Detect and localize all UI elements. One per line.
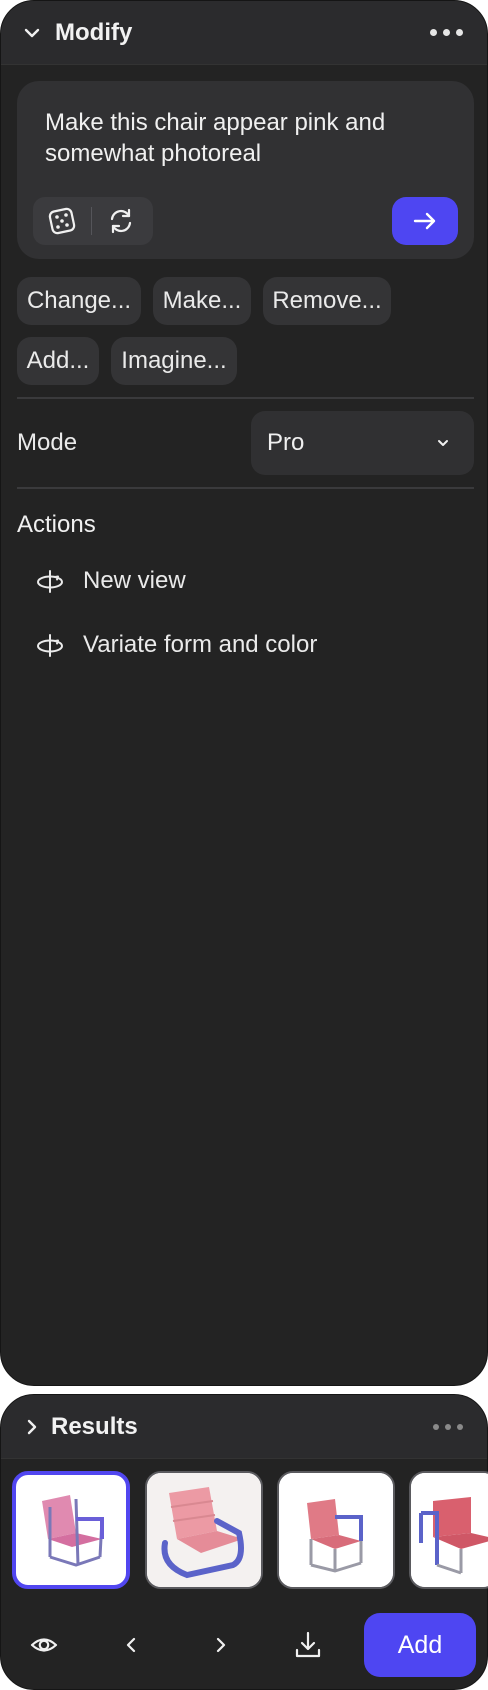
rotate-view-icon <box>33 564 67 598</box>
eye-icon[interactable] <box>22 1623 66 1667</box>
prompt-box[interactable]: Make this chair appear pink and somewhat… <box>17 81 474 259</box>
suggestion-imagine-chip[interactable]: Imagine... <box>111 337 237 385</box>
divider <box>17 397 474 399</box>
suggestion-add-chip[interactable]: Add... <box>17 337 99 385</box>
action-new-view[interactable]: New view <box>33 559 186 603</box>
dice-icon[interactable] <box>33 197 91 245</box>
action-label: New view <box>83 567 186 594</box>
chair-image <box>20 1479 122 1581</box>
rotate-view-icon <box>33 628 67 662</box>
chair-image <box>279 1473 393 1587</box>
chevron-right-icon[interactable] <box>23 1418 41 1436</box>
modify-header[interactable]: Modify <box>1 1 487 65</box>
prompt-input[interactable]: Make this chair appear pink and somewhat… <box>45 107 445 169</box>
add-button[interactable]: Add <box>364 1613 476 1677</box>
modify-title: Modify <box>55 18 133 46</box>
chevron-left-icon[interactable] <box>110 1623 154 1667</box>
results-header[interactable]: Results <box>1 1395 487 1459</box>
mode-select[interactable]: Pro <box>251 411 474 475</box>
action-variate-form-color[interactable]: Variate form and color <box>33 623 317 667</box>
result-thumbnail[interactable] <box>277 1471 395 1589</box>
result-thumbnail[interactable] <box>12 1471 130 1589</box>
actions-heading: Actions <box>17 511 96 538</box>
divider <box>17 487 474 489</box>
send-button[interactable] <box>392 197 458 245</box>
chair-image <box>147 1473 261 1587</box>
chevron-right-icon[interactable] <box>198 1623 242 1667</box>
result-thumbnail[interactable] <box>145 1471 263 1589</box>
prompt-tools <box>33 197 153 245</box>
suggestion-remove-chip[interactable]: Remove... <box>263 277 391 325</box>
arrow-right-icon <box>413 212 436 230</box>
mode-value: Pro <box>267 429 305 456</box>
chair-image <box>411 1473 488 1587</box>
refresh-icon[interactable] <box>92 197 150 245</box>
chevron-down-icon <box>438 440 448 446</box>
more-options-icon[interactable] <box>433 1423 463 1430</box>
action-label: Variate form and color <box>83 631 318 658</box>
results-title: Results <box>51 1412 138 1440</box>
download-icon[interactable] <box>286 1623 330 1667</box>
chevron-down-icon[interactable] <box>23 24 41 42</box>
more-options-icon[interactable] <box>430 29 463 36</box>
suggestion-change-chip[interactable]: Change... <box>17 277 141 325</box>
result-thumbnail[interactable] <box>409 1471 488 1589</box>
mode-label: Mode <box>17 429 78 456</box>
suggestion-make-chip[interactable]: Make... <box>153 277 251 325</box>
modify-panel: Modify Make this chair appear pink and s… <box>0 0 488 1386</box>
